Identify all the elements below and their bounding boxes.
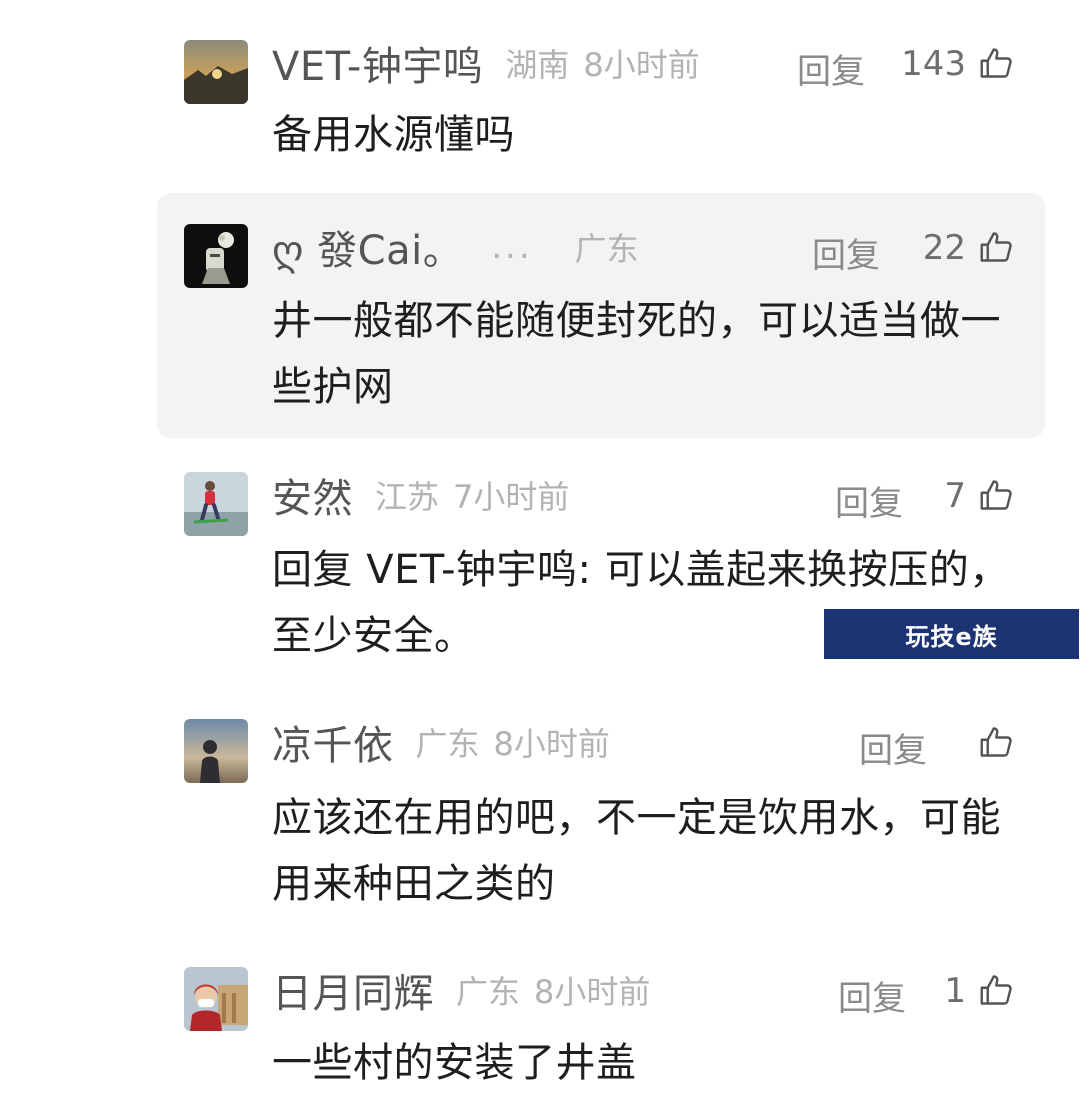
- avatar[interactable]: [184, 719, 248, 783]
- username[interactable]: VET-钟宇鸣: [272, 34, 483, 92]
- thumbs-up-icon[interactable]: [978, 477, 1014, 513]
- mention-link[interactable]: VET-钟宇鸣:: [366, 547, 591, 593]
- thumbs-up-icon[interactable]: [978, 972, 1014, 1008]
- reply-prefix: 回复: [272, 547, 353, 593]
- thumbs-up-icon[interactable]: [978, 724, 1014, 760]
- timestamp: 8小时前: [534, 973, 651, 1011]
- watermark-text: 玩技e族: [905, 622, 998, 651]
- timestamp: 8小时前: [583, 46, 700, 84]
- like-count: 1: [944, 971, 966, 1011]
- timestamp: 7小时前: [453, 478, 570, 516]
- avatar[interactable]: [184, 40, 248, 104]
- comment-text: 一些村的安装了井盖: [272, 1040, 637, 1086]
- like-count: 7: [944, 476, 966, 516]
- location-label: 广东: [456, 973, 521, 1011]
- username[interactable]: 安然: [272, 466, 353, 524]
- comment-text: 应该还在用的吧，不一定是饮用水，可能用来种田之类的: [272, 795, 1001, 907]
- location-label: 广东: [415, 725, 480, 763]
- thumbs-up-icon[interactable]: [978, 229, 1014, 265]
- location-label: 广东: [574, 230, 639, 268]
- avatar[interactable]: [184, 224, 248, 288]
- comment-text: 备用水源懂吗: [272, 112, 515, 158]
- username[interactable]: 日月同辉: [272, 961, 434, 1019]
- comment-header: 日月同辉 广东 8小时前: [272, 960, 1032, 1020]
- avatar[interactable]: [184, 472, 248, 536]
- thumbs-up-icon[interactable]: [978, 45, 1014, 81]
- comment-header: 安然 江苏 7小时前: [272, 465, 1032, 525]
- username[interactable]: ღ 發Cai。: [272, 218, 463, 276]
- timestamp: 8小时前: [493, 725, 610, 763]
- reply-button[interactable]: 回复: [797, 44, 865, 93]
- username[interactable]: 凉千依: [272, 713, 394, 771]
- like-count: 22: [922, 228, 966, 268]
- comment-list: VET-钟宇鸣 湖南 8小时前 回复 143 备用水源懂吗 ღ 發Cai。 ..…: [0, 0, 1080, 1116]
- reply-button[interactable]: 回复: [812, 228, 880, 277]
- watermark-logo: 玩技e族: [824, 609, 1079, 659]
- like-count: 143: [901, 44, 966, 84]
- reply-button[interactable]: 回复: [838, 971, 906, 1020]
- reply-button[interactable]: 回复: [835, 476, 903, 525]
- truncation-ellipsis: ...: [491, 227, 533, 267]
- comment-text: 井一般都不能随便封死的，可以适当做一些护网: [272, 298, 1001, 410]
- avatar[interactable]: [184, 967, 248, 1031]
- location-label: 湖南: [505, 46, 570, 84]
- location-label: 江苏: [375, 478, 440, 516]
- reply-button[interactable]: 回复: [859, 723, 927, 772]
